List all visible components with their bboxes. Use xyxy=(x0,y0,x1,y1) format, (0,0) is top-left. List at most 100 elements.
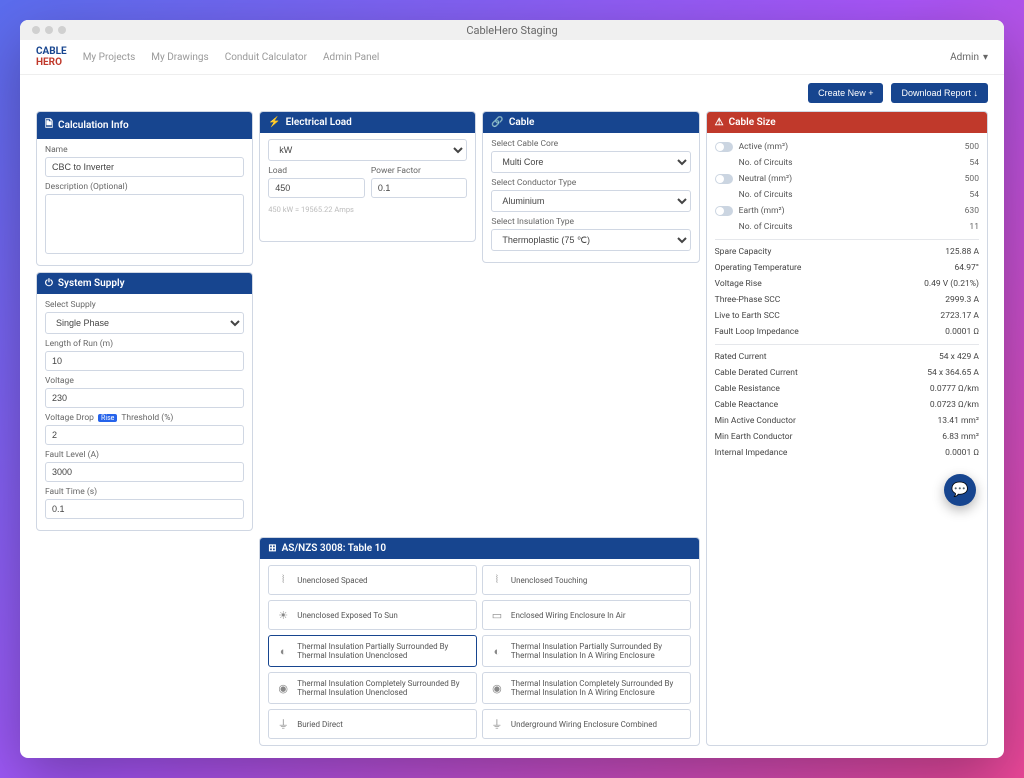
conductor-value: 500 xyxy=(965,174,979,184)
tile-icon: ◐ xyxy=(275,643,291,659)
stat-row: Cable Reactance 0.0723 Ω/km xyxy=(715,397,979,413)
app-window: CableHero Staging CABLE HERO My Projects… xyxy=(20,20,1004,758)
cable-size-header: ⚠ Cable Size xyxy=(707,112,987,133)
voltage-drop-label: Voltage Drop Rise Threshold (%) xyxy=(45,413,244,423)
installation-tile-7[interactable]: ◉Thermal Insulation Completely Surrounde… xyxy=(482,672,691,704)
download-report-button[interactable]: Download Report ↓ xyxy=(891,83,988,103)
installation-tile-0[interactable]: ⦚ Unenclosed Spaced xyxy=(268,565,477,595)
desc-input[interactable] xyxy=(45,194,244,254)
tile-icon: ◉ xyxy=(275,680,291,696)
length-input[interactable] xyxy=(45,351,244,371)
grid-icon: ⊞ xyxy=(268,543,276,554)
supply-select[interactable]: Single Phase xyxy=(45,312,244,334)
voltage-input[interactable] xyxy=(45,388,244,408)
user-menu[interactable]: Admin ▾ xyxy=(950,52,988,63)
installation-tile-8[interactable]: ⏚Buried Direct xyxy=(268,709,477,739)
core-select[interactable]: Multi Core xyxy=(491,151,690,173)
installation-tile-5[interactable]: ◐ Thermal Insulation Partially Surrounded… xyxy=(482,635,691,667)
installation-tile-4[interactable]: ◐Thermal Insulation Partially Surrounded… xyxy=(268,635,477,667)
installation-tile-3[interactable]: ▭Enclosed Wiring Enclosure In Air xyxy=(482,600,691,630)
stat-value: 64.97° xyxy=(954,263,979,273)
bolt-icon: ⚡ xyxy=(268,117,280,128)
circuits-label: No. of Circuits xyxy=(739,190,793,200)
tile-icon: ◐ xyxy=(489,643,505,659)
stat-label: Three-Phase SCC xyxy=(715,295,781,305)
tile-label: Unenclosed Exposed To Sun xyxy=(297,611,398,620)
conductor-toggle-1[interactable] xyxy=(715,174,733,184)
pf-input[interactable] xyxy=(371,178,468,198)
system-supply-card: ⏻ System Supply Select Supply Single Pha… xyxy=(36,272,253,531)
name-input[interactable] xyxy=(45,157,244,177)
create-new-button[interactable]: Create New + xyxy=(808,83,883,103)
stat-row: Voltage Rise 0.49 V (0.21%) xyxy=(715,276,979,292)
stat-value: 0.0723 Ω/km xyxy=(930,400,979,410)
stat-label: Rated Current xyxy=(715,352,767,362)
installation-tile-6[interactable]: ◉ Thermal Insulation Completely Surrounde… xyxy=(268,672,477,704)
load-input[interactable] xyxy=(268,178,365,198)
stat-value: 0.0001 Ω xyxy=(945,448,979,458)
installation-tile-1[interactable]: ⦚Unenclosed Touching xyxy=(482,565,691,595)
stat-row: Min Earth Conductor6.83 mm² xyxy=(715,429,979,445)
tile-icon: ⏚ xyxy=(489,716,505,732)
column-3: 🔗 Cable Select Cable Core Multi Core Sel… xyxy=(482,111,699,531)
content-grid: 🗎 Calculation Info Name Description (Opt… xyxy=(20,111,1004,758)
fault-time-input[interactable] xyxy=(45,499,244,519)
tile-icon: ☀ xyxy=(275,607,291,623)
column-2: ⚡ Electrical Load kW Load Power Factor xyxy=(259,111,476,531)
conductor-select[interactable]: Aluminium xyxy=(491,190,690,212)
fault-level-input[interactable] xyxy=(45,462,244,482)
stat-row: Three-Phase SCC2999.3 A xyxy=(715,292,979,308)
stat-label: Cable Reactance xyxy=(715,400,778,410)
info-icon: 🗎 xyxy=(45,117,53,134)
conductor-toggle-0[interactable] xyxy=(715,142,733,152)
titlebar: CableHero Staging xyxy=(20,20,1004,40)
conductor-name: Earth (mm²) xyxy=(739,206,785,216)
cable-card: 🔗 Cable Select Cable Core Multi Core Sel… xyxy=(482,111,699,263)
stat-label: Live to Earth SCC xyxy=(715,311,780,321)
chevron-down-icon: ▾ xyxy=(983,52,988,63)
system-supply-header: ⏻ System Supply xyxy=(37,273,252,294)
nav-admin-panel[interactable]: Admin Panel xyxy=(323,52,379,63)
installation-tiles: ⦚ Unenclosed Spaced ⦚Unenclosed Touching ☀ U… xyxy=(268,565,690,739)
conductor-name: Neutral (mm²) xyxy=(739,174,792,184)
stat-row: Cable Resistance0.0777 Ω/km xyxy=(715,381,979,397)
stat-value: 54 x 364.65 A xyxy=(927,368,979,378)
rise-badge[interactable]: Rise xyxy=(98,414,117,422)
tile-icon: ⦚ xyxy=(275,572,291,588)
calculation-info-card: 🗎 Calculation Info Name Description (Opt… xyxy=(36,111,253,266)
nav-my-drawings[interactable]: My Drawings xyxy=(151,52,208,63)
name-label: Name xyxy=(45,145,244,155)
conductor-value: 630 xyxy=(965,206,979,216)
tile-label: Thermal Insulation Completely Surrounded… xyxy=(297,679,470,697)
insulation-label: Select Insulation Type xyxy=(491,217,690,227)
chat-fab[interactable]: 💬 xyxy=(944,474,976,506)
stat-value: 0.49 V (0.21%) xyxy=(924,279,979,289)
circuits-label: No. of Circuits xyxy=(739,158,793,168)
stat-row: Live to Earth SCC2723.17 A xyxy=(715,308,979,324)
stat-label: Min Active Conductor xyxy=(715,416,796,426)
stat-value: 13.41 mm² xyxy=(938,416,979,426)
unit-select[interactable]: kW xyxy=(268,139,467,161)
tile-label: Thermal Insulation Partially Surrounded … xyxy=(511,642,684,660)
conductor-toggle-2[interactable] xyxy=(715,206,733,216)
installation-tile-2[interactable]: ☀ Unenclosed Exposed To Sun xyxy=(268,600,477,630)
nav-conduit-calculator[interactable]: Conduit Calculator xyxy=(225,52,307,63)
stat-row: Internal Impedance0.0001 Ω xyxy=(715,445,979,461)
tile-label: Unenclosed Spaced xyxy=(297,576,367,585)
circuits-label: No. of Circuits xyxy=(739,222,793,232)
circuits-value: 54 xyxy=(969,190,979,200)
load-hint: 450 kW = 19565.22 Amps xyxy=(268,205,467,214)
logo[interactable]: CABLE HERO xyxy=(36,46,67,68)
cable-header: 🔗 Cable xyxy=(483,112,698,133)
installation-tile-9[interactable]: ⏚Underground Wiring Enclosure Combined xyxy=(482,709,691,739)
nav-my-projects[interactable]: My Projects xyxy=(83,52,136,63)
standard-header: ⊞ AS/NZS 3008: Table 10 xyxy=(260,538,698,559)
action-bar: Create New + Download Report ↓ xyxy=(20,75,1004,111)
link-icon: 🔗 xyxy=(491,117,503,128)
insulation-select[interactable]: Thermoplastic (75 ℃) xyxy=(491,229,690,251)
conductor-value: 500 xyxy=(965,142,979,152)
stat-label: Voltage Rise xyxy=(715,279,762,289)
voltage-drop-input[interactable] xyxy=(45,425,244,445)
standard-card: ⊞ AS/NZS 3008: Table 10 ⦚ Unenclosed Spac… xyxy=(259,537,699,746)
tile-icon: ⏚ xyxy=(275,716,291,732)
